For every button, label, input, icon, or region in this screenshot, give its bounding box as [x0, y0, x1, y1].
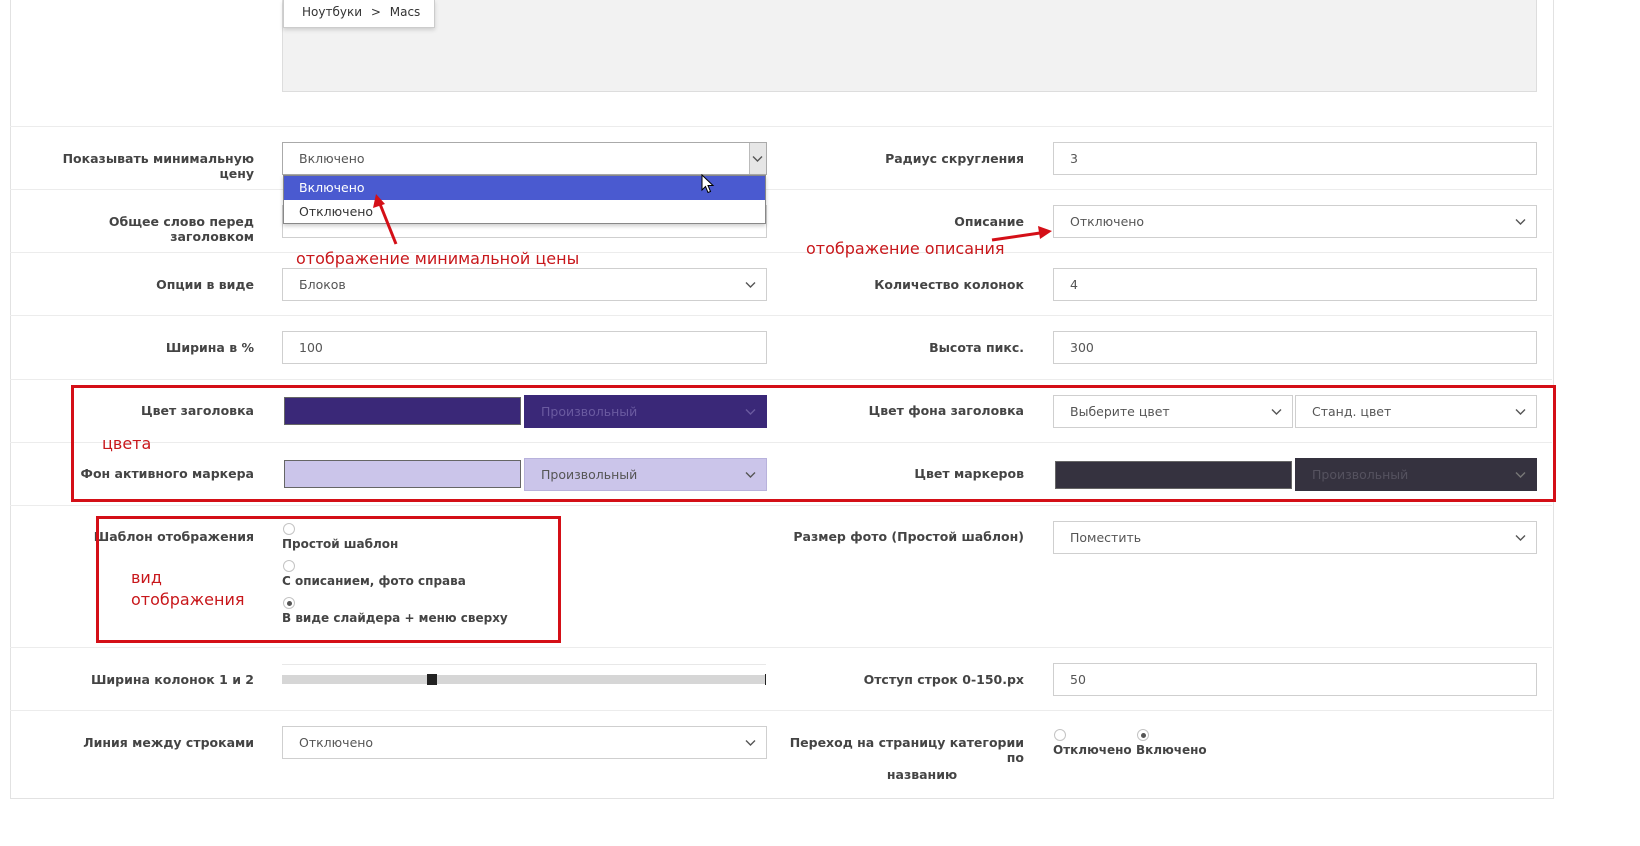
- row-line-value: Отключено: [299, 735, 374, 750]
- row-divider: [10, 126, 1552, 127]
- height-input[interactable]: 300: [1053, 331, 1537, 364]
- category-link-option-label: Отключено: [1053, 743, 1132, 757]
- category-link-radio-on[interactable]: [1137, 729, 1149, 741]
- options-view-value: Блоков: [299, 277, 346, 292]
- column-width-slider-track[interactable]: [282, 675, 766, 684]
- dropdown-option-disabled[interactable]: Отключено: [284, 200, 765, 223]
- column-width-slider-thumb[interactable]: [427, 674, 437, 685]
- row-divider: [10, 252, 1552, 253]
- description-label: Описание: [954, 214, 1024, 229]
- slider-top-line: [282, 664, 766, 665]
- columns-input[interactable]: 4: [1053, 268, 1537, 301]
- row-divider: [10, 647, 1552, 648]
- annotation-colors: цвета: [102, 434, 152, 453]
- annotation-view-box: [96, 516, 561, 643]
- row-divider: [10, 505, 1552, 506]
- radius-label: Радиус скругления: [885, 151, 1024, 166]
- slider-end-mark: [765, 674, 766, 685]
- row-divider: [10, 379, 1552, 380]
- min-price-dropdown: Включено Отключено: [283, 175, 766, 224]
- breadcrumb-part: Macs: [389, 5, 421, 19]
- row-gap-label: Отступ строк 0-150.px: [863, 672, 1024, 687]
- annotation-view: вид: [131, 568, 162, 587]
- chevron-down-icon: [745, 740, 756, 746]
- height-label: Высота пикс.: [929, 340, 1024, 355]
- annotation-arrow-min-price: [373, 194, 398, 245]
- description-value: Отключено: [1070, 214, 1145, 229]
- options-view-label: Опции в виде: [156, 277, 254, 292]
- annotation-colors-box: [71, 385, 1556, 502]
- row-gap-input[interactable]: 50: [1053, 663, 1537, 696]
- chevron-down-icon: [1515, 535, 1526, 541]
- breadcrumb-separator: >: [370, 5, 381, 19]
- category-link-label-line: Переход на страницу категории по: [789, 735, 1024, 765]
- min-price-value: Включено: [299, 151, 365, 166]
- row-divider: [10, 710, 1552, 711]
- column-width-label: Ширина колонок 1 и 2: [90, 672, 254, 687]
- min-price-label: Показывать минимальную цену: [62, 151, 254, 181]
- category-link-label: Переход на страницу категории по названи…: [780, 735, 1024, 782]
- chevron-down-icon: [752, 156, 763, 162]
- category-link-label-line: названию: [886, 767, 958, 782]
- row-line-label: Линия между строками: [83, 735, 254, 750]
- breadcrumb-part: Ноутбуки: [302, 5, 363, 19]
- category-area[interactable]: [282, 0, 1537, 92]
- width-label: Ширина в %: [165, 340, 254, 355]
- row-divider: [10, 315, 1552, 316]
- annotation-min-price: отображение минимальной цены: [296, 249, 580, 268]
- category-link-option-label: Включено: [1136, 743, 1207, 757]
- annotation-view: отображения: [131, 590, 245, 609]
- min-price-select[interactable]: Включено: [282, 142, 767, 175]
- row-divider: [10, 189, 1552, 190]
- photo-size-select[interactable]: Поместить: [1053, 521, 1537, 554]
- chevron-down-icon: [745, 282, 756, 288]
- common-word-label: Общее слово перед заголовком: [108, 214, 254, 244]
- category-link-radio-off[interactable]: [1054, 729, 1066, 741]
- breadcrumb-popup[interactable]: Ноутбуки > Macs: [283, 0, 435, 28]
- photo-size-label: Размер фото (Простой шаблон): [793, 529, 1024, 544]
- dropdown-option-enabled[interactable]: Включено: [284, 176, 765, 200]
- description-select[interactable]: Отключено: [1053, 205, 1537, 238]
- chevron-down-icon: [1515, 219, 1526, 225]
- row-line-select[interactable]: Отключено: [282, 726, 767, 759]
- photo-size-value: Поместить: [1070, 530, 1142, 545]
- options-view-select[interactable]: Блоков: [282, 268, 767, 301]
- width-input[interactable]: 100: [282, 331, 767, 364]
- mouse-cursor-icon: [701, 174, 715, 194]
- annotation-description: отображение описания: [806, 239, 1005, 258]
- columns-label: Количество колонок: [874, 277, 1024, 292]
- radius-input[interactable]: 3: [1053, 142, 1537, 175]
